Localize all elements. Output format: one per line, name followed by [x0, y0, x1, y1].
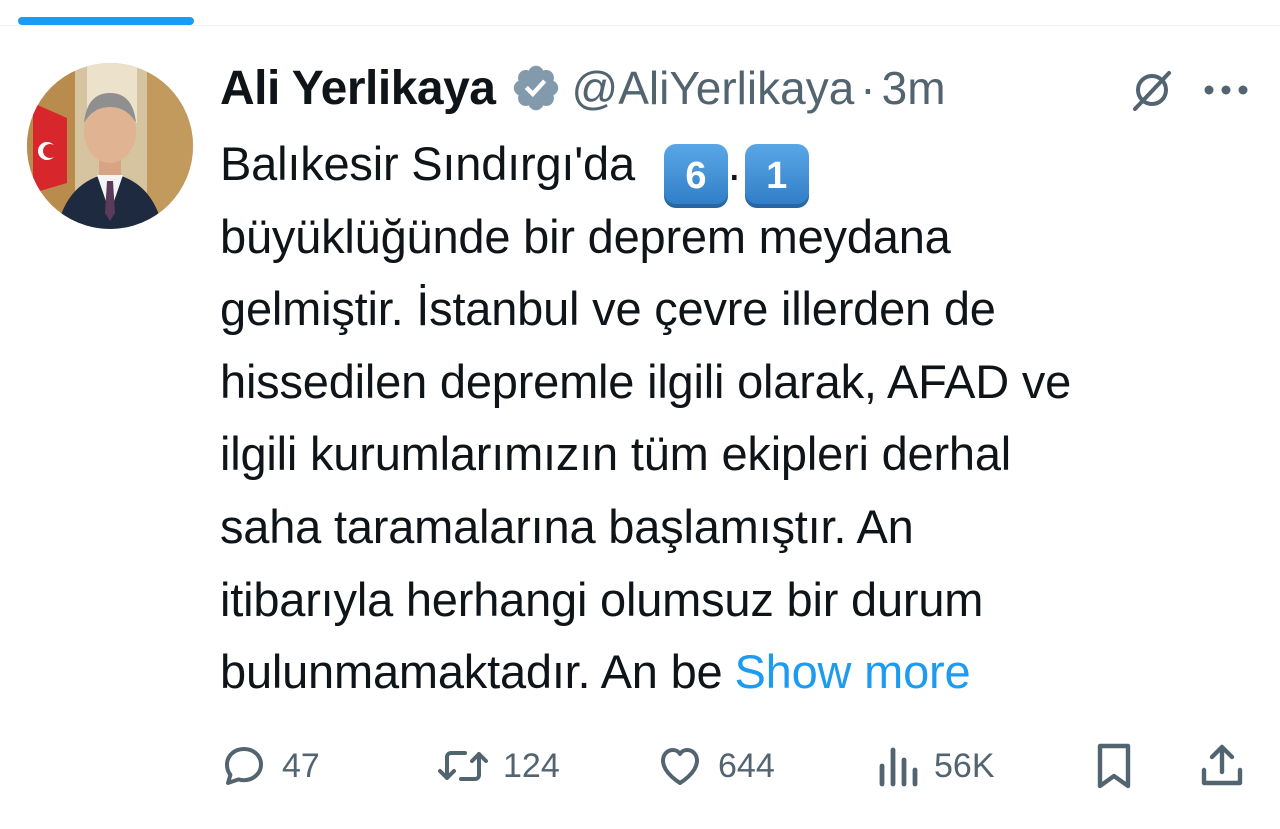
avatar[interactable]: [27, 63, 193, 229]
repost-button[interactable]: 124: [437, 736, 560, 796]
tweet-line-1: Balıkesir Sındırgı'da 6.1: [220, 128, 1265, 208]
keycap-six-emoji: 6: [663, 144, 728, 208]
tweet-text-segment: Balıkesir Sındırgı'da: [220, 137, 635, 190]
tweet-header: Ali Yerlikaya @AliYerlikaya · 3m: [220, 56, 1260, 120]
keycap-one-emoji: 1: [744, 144, 809, 208]
verified-badge-icon: [510, 62, 562, 114]
tweet-line-5: ilgili kurumlarımızın tüm ekipleri derha…: [220, 427, 1012, 481]
tweet-line-4: hissedilen depremle ilgili olarak, AFAD …: [220, 354, 1072, 408]
tweet-line-8: bulunmamaktadır. An be Show more: [220, 636, 1265, 709]
reply-count: 47: [282, 746, 320, 785]
tweet-line-6: saha taramalarına başlamıştır. An: [220, 499, 914, 553]
views-button[interactable]: 56K: [876, 736, 995, 796]
tweet-line-2: büyüklüğünde bir deprem meydana: [220, 209, 951, 263]
handle[interactable]: @AliYerlikaya: [572, 61, 855, 115]
tweet-line-7: itibarıyla herhangi olumsuz bir durum: [220, 572, 984, 626]
more-options-button[interactable]: [1198, 62, 1254, 118]
tweet-line-3: gelmiştir. İstanbul ve çevre illerden de: [220, 282, 996, 336]
active-tab-indicator: [18, 17, 194, 25]
top-divider: [0, 25, 1280, 26]
bookmark-button[interactable]: [1092, 736, 1136, 796]
repost-icon: [437, 742, 489, 790]
show-more-link[interactable]: Show more: [734, 645, 970, 698]
keycap-dot: .: [727, 137, 741, 190]
reply-button[interactable]: 47: [220, 736, 320, 796]
grok-icon: [1133, 71, 1171, 111]
views-count: 56K: [934, 746, 995, 785]
separator-dot: ·: [860, 62, 876, 114]
display-name[interactable]: Ali Yerlikaya: [220, 61, 496, 116]
more-dots-icon: [1204, 85, 1248, 95]
tweet-text-segment: bulunmamaktadır. An be: [220, 645, 723, 699]
share-button[interactable]: [1199, 736, 1245, 796]
like-count: 644: [718, 746, 775, 785]
views-bar-chart-icon: [876, 742, 920, 790]
repost-count: 124: [503, 746, 560, 785]
like-button[interactable]: 644: [656, 736, 775, 796]
timestamp[interactable]: 3m: [882, 61, 946, 115]
bookmark-icon: [1092, 741, 1136, 791]
heart-icon: [656, 742, 704, 790]
tweet-text: Balıkesir Sındırgı'da 6.1 büyüklüğünde b…: [220, 128, 1265, 709]
reply-icon: [220, 742, 268, 790]
tweet-action-bar: 47 124 644 56K: [0, 736, 1280, 796]
share-icon: [1199, 742, 1245, 790]
grok-button[interactable]: [1124, 62, 1180, 118]
avatar-portrait-icon: [27, 63, 193, 229]
